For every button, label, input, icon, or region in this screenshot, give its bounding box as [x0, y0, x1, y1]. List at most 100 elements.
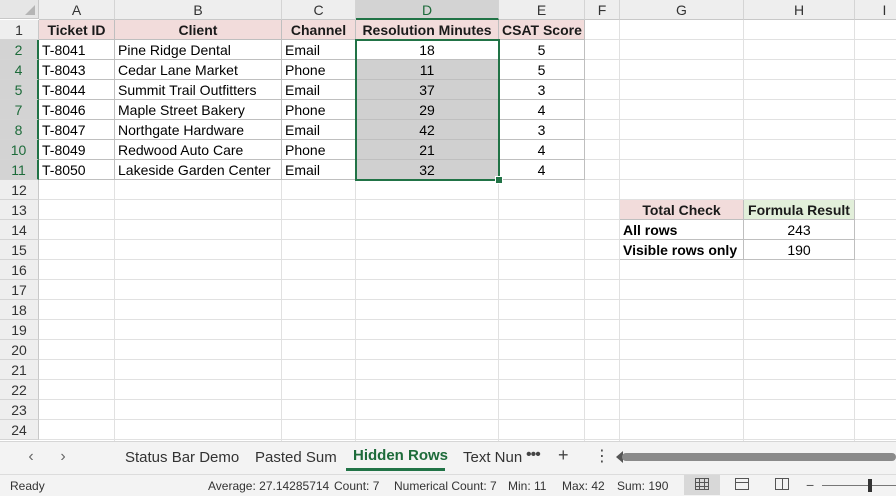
- row-header-18[interactable]: 18: [0, 300, 39, 320]
- col-header-e[interactable]: E: [499, 0, 585, 20]
- check-header-total-check[interactable]: Total Check: [620, 200, 744, 220]
- client-cell[interactable]: Summit Trail Outfitters: [115, 80, 282, 100]
- status-max[interactable]: Max: 42: [562, 479, 605, 493]
- sheet-options-icon[interactable]: ⋮: [594, 446, 610, 466]
- tab-scroll-right-icon[interactable]: ›: [53, 448, 73, 466]
- col-header-a[interactable]: A: [39, 0, 115, 20]
- table-header-client[interactable]: Client: [115, 20, 282, 40]
- row-header-11[interactable]: 11: [0, 160, 39, 180]
- ticket-id-cell[interactable]: T-8044: [39, 80, 115, 100]
- check-value-all-rows[interactable]: 243: [744, 220, 855, 240]
- row-header-15[interactable]: 15: [0, 240, 39, 260]
- tab-scroll-left-icon[interactable]: ‹: [21, 448, 41, 466]
- more-sheets-icon[interactable]: •••: [526, 446, 541, 464]
- ticket-id-cell[interactable]: T-8041: [39, 40, 115, 60]
- normal-view-icon[interactable]: [695, 478, 709, 490]
- check-label-all-rows[interactable]: All rows: [620, 220, 744, 240]
- channel-cell[interactable]: Email: [282, 40, 356, 60]
- csat-score-cell[interactable]: 4: [499, 140, 585, 160]
- status-sum[interactable]: Sum: 190: [617, 479, 668, 493]
- status-average[interactable]: Average: 27.14285714: [208, 479, 329, 493]
- resolution-minutes-cell[interactable]: 37: [356, 80, 499, 100]
- channel-cell[interactable]: Phone: [282, 140, 356, 160]
- resolution-minutes-cell[interactable]: 29: [356, 100, 499, 120]
- zoom-slider-thumb[interactable]: [868, 479, 872, 492]
- row-header-24[interactable]: 24: [0, 420, 39, 440]
- sheet-tab-pasted-sum[interactable]: Pasted Sum: [255, 449, 337, 466]
- row-header-16[interactable]: 16: [0, 260, 39, 280]
- row-header-21[interactable]: 21: [0, 360, 39, 380]
- ticket-id-cell[interactable]: T-8046: [39, 100, 115, 120]
- csat-score-cell[interactable]: 4: [499, 160, 585, 180]
- client-cell[interactable]: Maple Street Bakery: [115, 100, 282, 120]
- zoom-out-icon[interactable]: −: [806, 477, 814, 493]
- col-header-f[interactable]: F: [585, 0, 620, 20]
- table-header-channel[interactable]: Channel: [282, 20, 356, 40]
- ticket-id-cell[interactable]: T-8050: [39, 160, 115, 180]
- sheet-tab-text-nun[interactable]: Text Nun: [463, 449, 522, 466]
- status-numerical-count[interactable]: Numerical Count: 7: [394, 479, 497, 493]
- ticket-id-cell[interactable]: T-8043: [39, 60, 115, 80]
- client-cell[interactable]: Pine Ridge Dental: [115, 40, 282, 60]
- row-header-1[interactable]: 1: [0, 20, 39, 40]
- resolution-minutes-cell[interactable]: 42: [356, 120, 499, 140]
- add-sheet-icon[interactable]: +: [558, 445, 569, 466]
- check-value-visible-rows[interactable]: 190: [744, 240, 855, 260]
- channel-cell[interactable]: Email: [282, 120, 356, 140]
- client-cell[interactable]: Cedar Lane Market: [115, 60, 282, 80]
- check-label-visible-rows[interactable]: Visible rows only: [620, 240, 744, 260]
- sheet-tab-hidden-rows[interactable]: Hidden Rows: [353, 447, 448, 464]
- csat-score-cell[interactable]: 5: [499, 40, 585, 60]
- col-header-h[interactable]: H: [744, 0, 855, 20]
- ticket-id-cell[interactable]: T-8049: [39, 140, 115, 160]
- client-cell[interactable]: Redwood Auto Care: [115, 140, 282, 160]
- row-header-12[interactable]: 12: [0, 180, 39, 200]
- row-header-8[interactable]: 8: [0, 120, 39, 140]
- row-header-22[interactable]: 22: [0, 380, 39, 400]
- row-header-17[interactable]: 17: [0, 280, 39, 300]
- client-cell[interactable]: Lakeside Garden Center: [115, 160, 282, 180]
- resolution-minutes-cell[interactable]: 18: [356, 40, 499, 60]
- zoom-slider-track[interactable]: [822, 485, 896, 486]
- col-header-g[interactable]: G: [620, 0, 744, 20]
- channel-cell[interactable]: Phone: [282, 60, 356, 80]
- row-header-4[interactable]: 4: [0, 60, 39, 80]
- channel-cell[interactable]: Phone: [282, 100, 356, 120]
- csat-score-cell[interactable]: 3: [499, 80, 585, 100]
- sheet-tab-status-bar-demo[interactable]: Status Bar Demo: [125, 449, 239, 466]
- csat-score-cell[interactable]: 4: [499, 100, 585, 120]
- row-header-19[interactable]: 19: [0, 320, 39, 340]
- row-header-2[interactable]: 2: [0, 40, 39, 60]
- row-header-20[interactable]: 20: [0, 340, 39, 360]
- row-header-10[interactable]: 10: [0, 140, 39, 160]
- status-min[interactable]: Min: 11: [508, 479, 546, 493]
- check-header-formula-result[interactable]: Formula Result: [744, 200, 855, 220]
- row-header-23[interactable]: 23: [0, 400, 39, 420]
- resolution-minutes-cell[interactable]: 11: [356, 60, 499, 80]
- client-cell[interactable]: Northgate Hardware: [115, 120, 282, 140]
- col-header-b[interactable]: B: [115, 0, 282, 20]
- row-header-13[interactable]: 13: [0, 200, 39, 220]
- fill-handle[interactable]: [495, 176, 503, 184]
- csat-score-cell[interactable]: 3: [499, 120, 585, 140]
- csat-score-cell[interactable]: 5: [499, 60, 585, 80]
- col-header-i[interactable]: I: [855, 0, 896, 20]
- resolution-minutes-cell[interactable]: 32: [356, 160, 499, 180]
- row-header-5[interactable]: 5: [0, 80, 39, 100]
- table-header-ticket-id[interactable]: Ticket ID: [39, 20, 115, 40]
- select-all-corner[interactable]: [0, 0, 39, 19]
- col-header-c[interactable]: C: [282, 0, 356, 20]
- channel-cell[interactable]: Email: [282, 160, 356, 180]
- spreadsheet-grid[interactable]: A B C D E F G H I 1 2 4 5 7 8 10 11 12 1…: [0, 0, 896, 441]
- resolution-minutes-cell[interactable]: 21: [356, 140, 499, 160]
- channel-cell[interactable]: Email: [282, 80, 356, 100]
- table-header-csat-score[interactable]: CSAT Score: [499, 20, 585, 40]
- ticket-id-cell[interactable]: T-8047: [39, 120, 115, 140]
- status-count[interactable]: Count: 7: [334, 479, 379, 493]
- page-layout-view-icon[interactable]: [735, 478, 749, 490]
- page-break-preview-icon[interactable]: [775, 478, 789, 490]
- horizontal-scrollbar[interactable]: [622, 453, 896, 461]
- row-header-14[interactable]: 14: [0, 220, 39, 240]
- col-header-d[interactable]: D: [356, 0, 499, 20]
- table-header-resolution-minutes[interactable]: Resolution Minutes: [356, 20, 499, 40]
